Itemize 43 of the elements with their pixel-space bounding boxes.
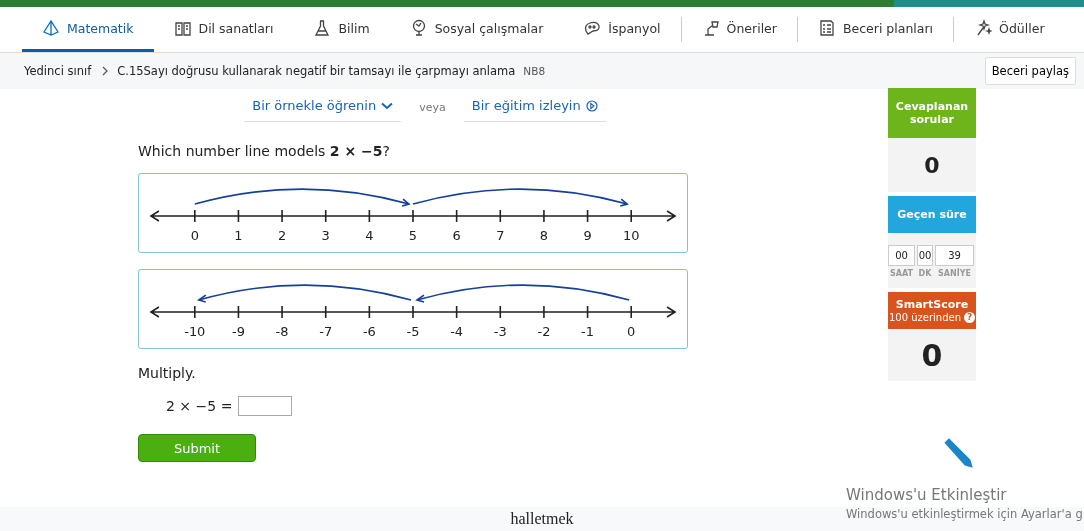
- smartscore-subtitle: 100 üzerinden: [888, 310, 962, 324]
- or-text: veya: [419, 100, 446, 114]
- subject-tab[interactable]: Ödüller: [954, 7, 1065, 52]
- time-label: Geçen süre: [888, 196, 976, 233]
- flask-icon: [313, 19, 332, 37]
- instruction-text: Multiply.: [138, 365, 197, 381]
- number-line-option[interactable]: 0 1 2 3 4 5 6 7 8 9 10: [138, 173, 688, 253]
- timer-unit: SANİYE: [938, 269, 971, 278]
- equation-text: 2 × −5 =: [166, 398, 233, 414]
- subject-tab[interactable]: Dil sanatları: [153, 7, 294, 52]
- answer-field[interactable]: [238, 396, 293, 416]
- play-icon: [585, 99, 598, 112]
- example-link[interactable]: Bir örnekle öğrenin: [244, 92, 402, 122]
- speech-bubble-icon: [583, 19, 602, 37]
- activation-title: Windows'u Etkinleştir: [846, 486, 1008, 504]
- skill-code: NB8: [523, 65, 546, 77]
- timer-value: 00: [917, 245, 933, 266]
- timer-unit: SAAT: [890, 269, 913, 278]
- checklist-icon: [817, 19, 836, 37]
- share-skill-button[interactable]: Beceri paylaş: [984, 57, 1076, 85]
- subject-tab[interactable]: Beceri planları: [797, 7, 954, 52]
- skill-title: C.15Sayı doğrusu kullanarak negatif bir tamsayı ile çarpmayı anlama: [117, 64, 516, 78]
- pyramid-icon: [42, 19, 60, 37]
- breadcrumb-link[interactable]: Yedinci sınıf: [24, 64, 92, 78]
- subject-tab[interactable]: Öneriler: [681, 7, 797, 52]
- timer-unit: DK: [918, 269, 932, 278]
- video-link[interactable]: Bir eğitim izleyin: [463, 92, 606, 122]
- answered-count: 0: [888, 138, 976, 192]
- smartscore-label: SmartScore: [894, 297, 970, 311]
- timer-value: 39: [935, 245, 974, 266]
- chevron-right-icon: [101, 66, 110, 76]
- smartscore-value: 0: [888, 329, 976, 381]
- subject-tab[interactable]: Sosyal çalışmalar: [389, 7, 564, 52]
- question-text: Which number line models 2 × −5?: [138, 143, 391, 159]
- timer-value: 00: [888, 245, 915, 266]
- number-line-option[interactable]: -10 -9 -8 -7 -6 -5 -4 -3 -2 -1 0: [138, 269, 688, 349]
- footer-text: halletmek: [510, 510, 574, 528]
- answered-label: Cevaplanan sorular: [888, 88, 976, 138]
- book-icon: [173, 19, 192, 37]
- activation-text: Windows'u etkinleştirmek için Ayarlar'a g: [846, 507, 1084, 521]
- help-icon[interactable]: ?: [964, 311, 976, 323]
- subject-tab[interactable]: İspanyol: [563, 7, 681, 52]
- subject-tab[interactable]: Bilim: [293, 7, 390, 52]
